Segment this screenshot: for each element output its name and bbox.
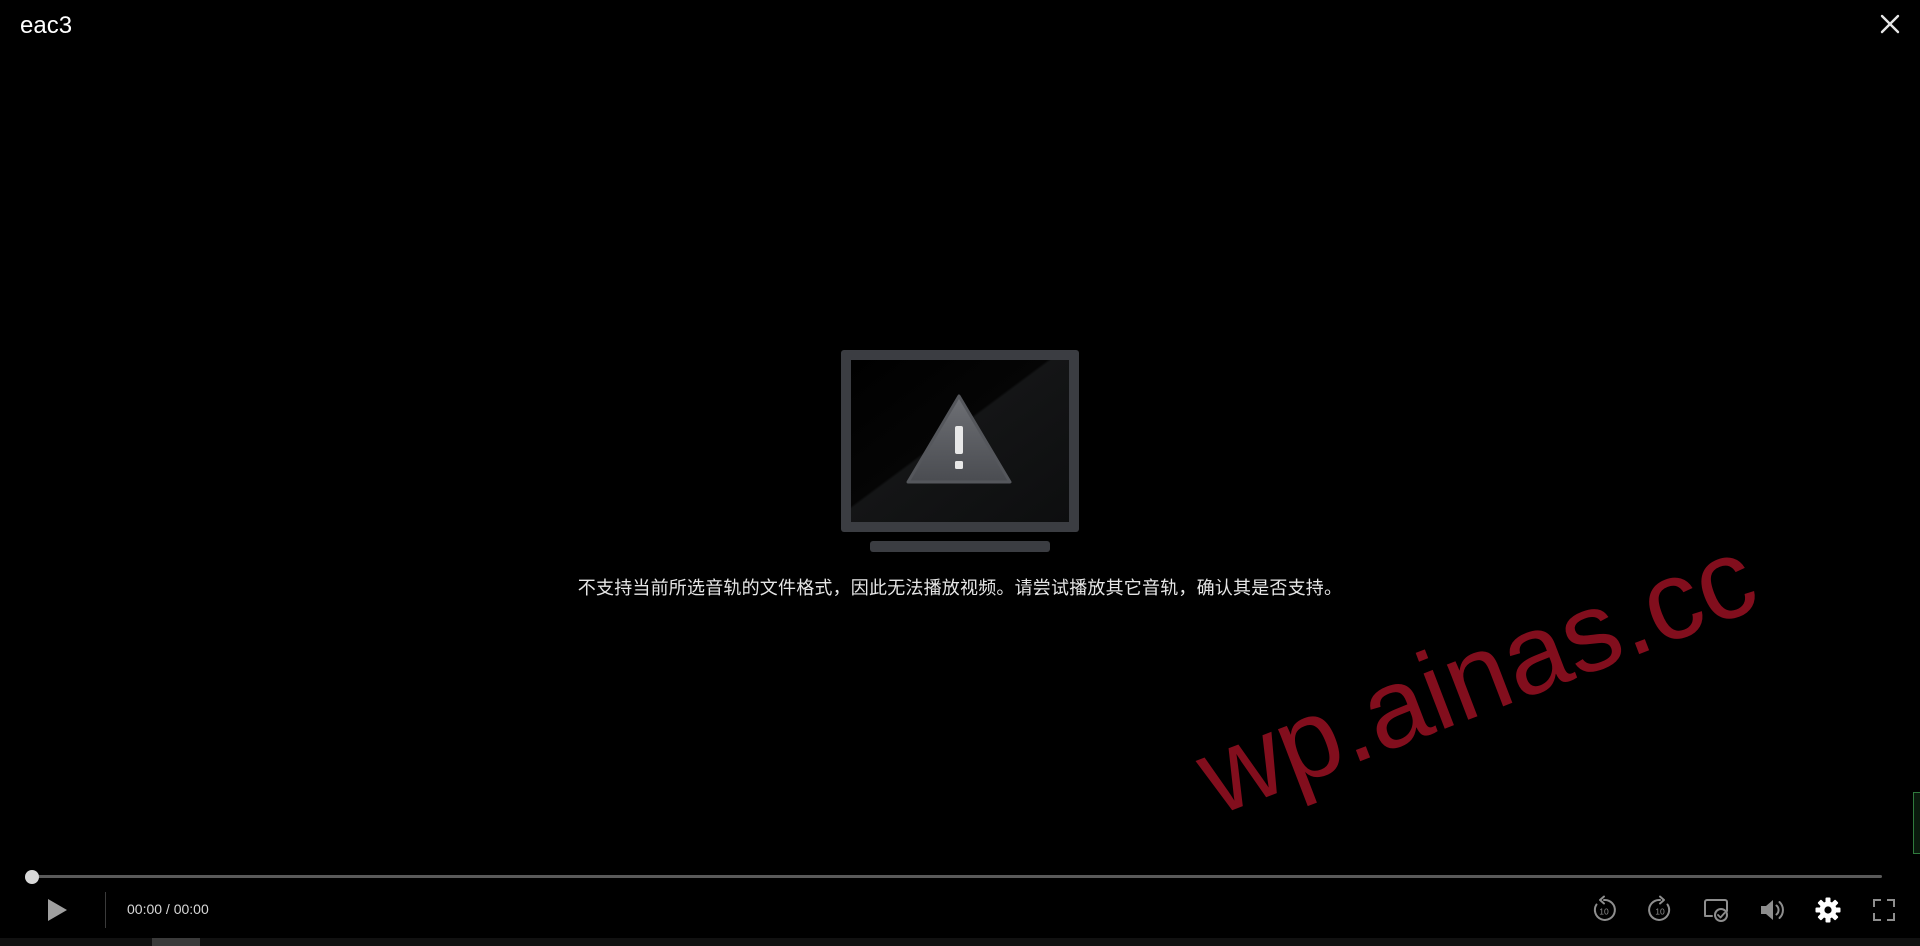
- settings-icon[interactable]: [1810, 892, 1846, 928]
- fullscreen-icon[interactable]: [1866, 892, 1902, 928]
- time-display: 00:00 / 00:00: [127, 901, 209, 917]
- svg-text:10: 10: [1655, 907, 1665, 917]
- play-icon[interactable]: [40, 894, 72, 926]
- right-edge-strip: [1912, 0, 1920, 860]
- video-title: eac3: [20, 12, 73, 39]
- bottom-scroll-strip: [0, 938, 1920, 946]
- video-player: eac3 不支持当前所选音轨的文件格式，因此无法播放视频。请尝试播放其它音轨，确…: [0, 0, 1920, 946]
- control-bar: 00:00 / 00:00 10 10: [0, 886, 1920, 932]
- right-controls: 10 10: [1566, 892, 1902, 928]
- edge-indicator: [1913, 792, 1920, 854]
- close-icon[interactable]: [1874, 8, 1906, 40]
- cast-icon[interactable]: [1698, 892, 1734, 928]
- rewind-10-icon[interactable]: 10: [1586, 892, 1622, 928]
- progress-bar[interactable]: [25, 870, 1882, 884]
- bottom-scroll-thumb[interactable]: [152, 938, 200, 946]
- volume-icon[interactable]: [1754, 892, 1790, 928]
- progress-thumb[interactable]: [25, 870, 39, 884]
- control-divider: [105, 892, 106, 928]
- monitor-warning-icon: [839, 348, 1081, 554]
- forward-10-icon[interactable]: 10: [1642, 892, 1678, 928]
- svg-text:10: 10: [1599, 907, 1609, 917]
- progress-track[interactable]: [32, 875, 1882, 878]
